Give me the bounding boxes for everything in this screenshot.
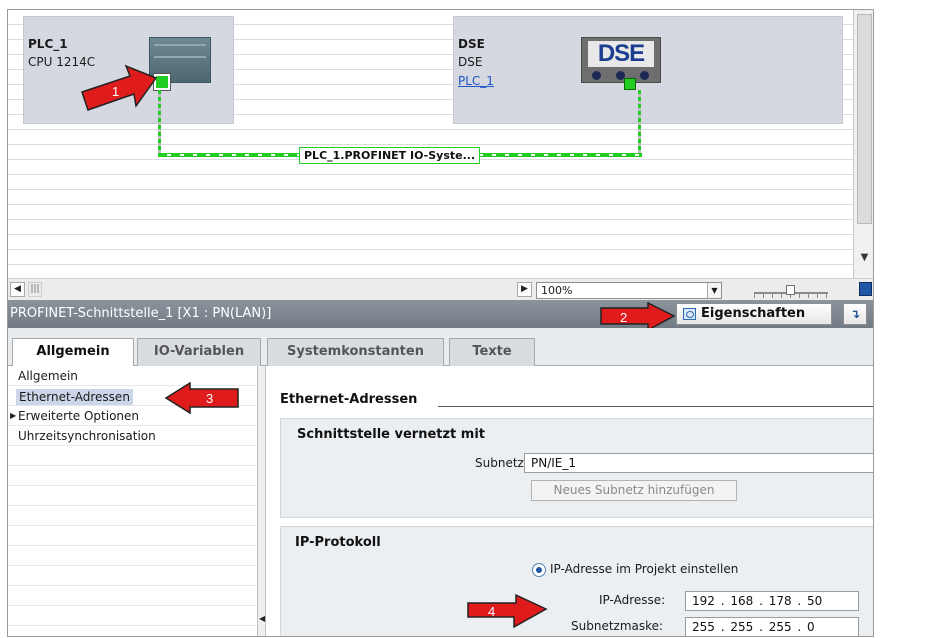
interface-network-group: Schnittstelle vernetzt mit Subnetz: PN/I… [280,418,873,518]
profinet-io-system-label[interactable]: PLC_1.PROFINET IO-Syste... [299,147,481,164]
properties-button[interactable]: Eigenschaften [676,303,832,325]
inspector-title: PROFINET-Schnittstelle_1 [X1 : PN(LAN)] [10,306,272,321]
ip-in-project-radio[interactable] [532,563,546,577]
dse-device-box[interactable]: DSE DSE PLC_1 DSE [453,16,843,124]
tab-system-constants[interactable]: Systemkonstanten [267,338,444,366]
ip-protocol-group: IP-Protokoll IP-Adresse im Projekt einst… [280,526,873,636]
tree-item-time-sync[interactable]: Uhrzeitsynchronisation [18,429,156,443]
dse-profinet-port[interactable] [624,78,636,90]
annotation-number-3: 3 [206,391,214,406]
section-title: Ethernet-Adressen [280,392,418,407]
tab-io-tags[interactable]: IO-Variablen [137,338,261,366]
scroll-grip-icon[interactable]: ||| [28,282,42,297]
subnet-label: Subnetz: [475,456,528,470]
dse-name: DSE [458,37,485,51]
zoom-select[interactable]: 100% ▼ [536,282,722,299]
add-subnet-button[interactable]: Neues Subnetz hinzufügen [531,480,737,501]
dse-drop-line [638,90,641,154]
plc-name: PLC_1 [28,37,68,51]
inspector-header: PROFINET-Schnittstelle_1 [X1 : PN(LAN)] … [8,300,873,332]
tia-portal-window: PLC_1 CPU 1214C DSE DSE PLC_1 DSE PLC_1.… [7,9,874,637]
dse-logo: DSE [588,41,654,67]
section-divider [438,406,873,407]
ip-address-field[interactable]: 192 . 168 . 178 . 50 [685,591,859,611]
tab-general[interactable]: Allgemein [12,338,134,367]
zoom-value: 100% [541,284,573,297]
scroll-left-icon[interactable]: ◀ [10,282,25,297]
tree-item-ethernet-addresses[interactable]: Ethernet-Adressen [16,389,133,405]
subnet-mask-field[interactable]: 255 . 255 . 255 . 0 [685,617,859,636]
properties-button-label: Eigenschaften [701,306,806,321]
scroll-right-icon[interactable]: ▶ [517,282,532,297]
annotation-number-4: 4 [488,604,496,619]
ip-group-title: IP-Protokoll [295,535,381,550]
scrollbar-thumb[interactable] [857,14,872,224]
tree-item-advanced-options[interactable]: Erweiterte Optionen [18,409,139,423]
network-view[interactable]: PLC_1 CPU 1214C DSE DSE PLC_1 DSE PLC_1.… [8,10,873,290]
annotation-number-1: 1 [112,84,120,99]
subnet-mask-label: Subnetzmaske: [571,619,664,633]
interface-group-title: Schnittstelle vernetzt mit [297,427,485,442]
ip-in-project-label: IP-Adresse im Projekt einstellen [550,562,739,576]
dse-io-controller-link[interactable]: PLC_1 [458,74,494,88]
inspector-tabbar: Allgemein IO-Variablen Systemkonstanten … [8,328,873,367]
ip-address-label: IP-Adresse: [599,593,666,607]
annotation-arrow-4: 4 [466,593,548,636]
view-toolbar: ◀ ||| ▶ 100% ▼ [8,278,873,300]
info-icon[interactable]: ↴ [843,303,867,325]
properties-content: Ethernet-Adressen Schnittstelle vernetzt… [266,366,873,636]
chevron-down-icon[interactable]: ▼ [707,283,721,298]
network-vertical-scrollbar[interactable]: ▼ [853,10,873,278]
annotation-number-2: 2 [620,310,628,325]
tab-texts[interactable]: Texte [449,338,535,366]
dse-hardware-icon: DSE [581,37,661,83]
annotation-arrow-3: 3 [164,382,240,414]
properties-navigation-tree: Allgemein Ethernet-Adressen ▶ Erweiterte… [8,366,258,636]
tree-scrollbar[interactable]: ◀ [258,366,266,636]
zoom-slider-thumb[interactable] [786,285,795,295]
annotation-arrow-1: 1 [80,64,160,112]
expand-arrow-icon[interactable]: ▶ [10,411,16,420]
scroll-down-icon[interactable]: ▼ [856,250,873,265]
overview-navigation-icon[interactable] [859,282,872,296]
properties-icon [683,308,696,320]
subnet-select[interactable]: PN/IE_1 [524,453,873,473]
tree-item-general[interactable]: Allgemein [18,369,78,383]
collapse-left-icon[interactable]: ◀ [259,614,265,623]
dse-type: DSE [458,55,483,69]
